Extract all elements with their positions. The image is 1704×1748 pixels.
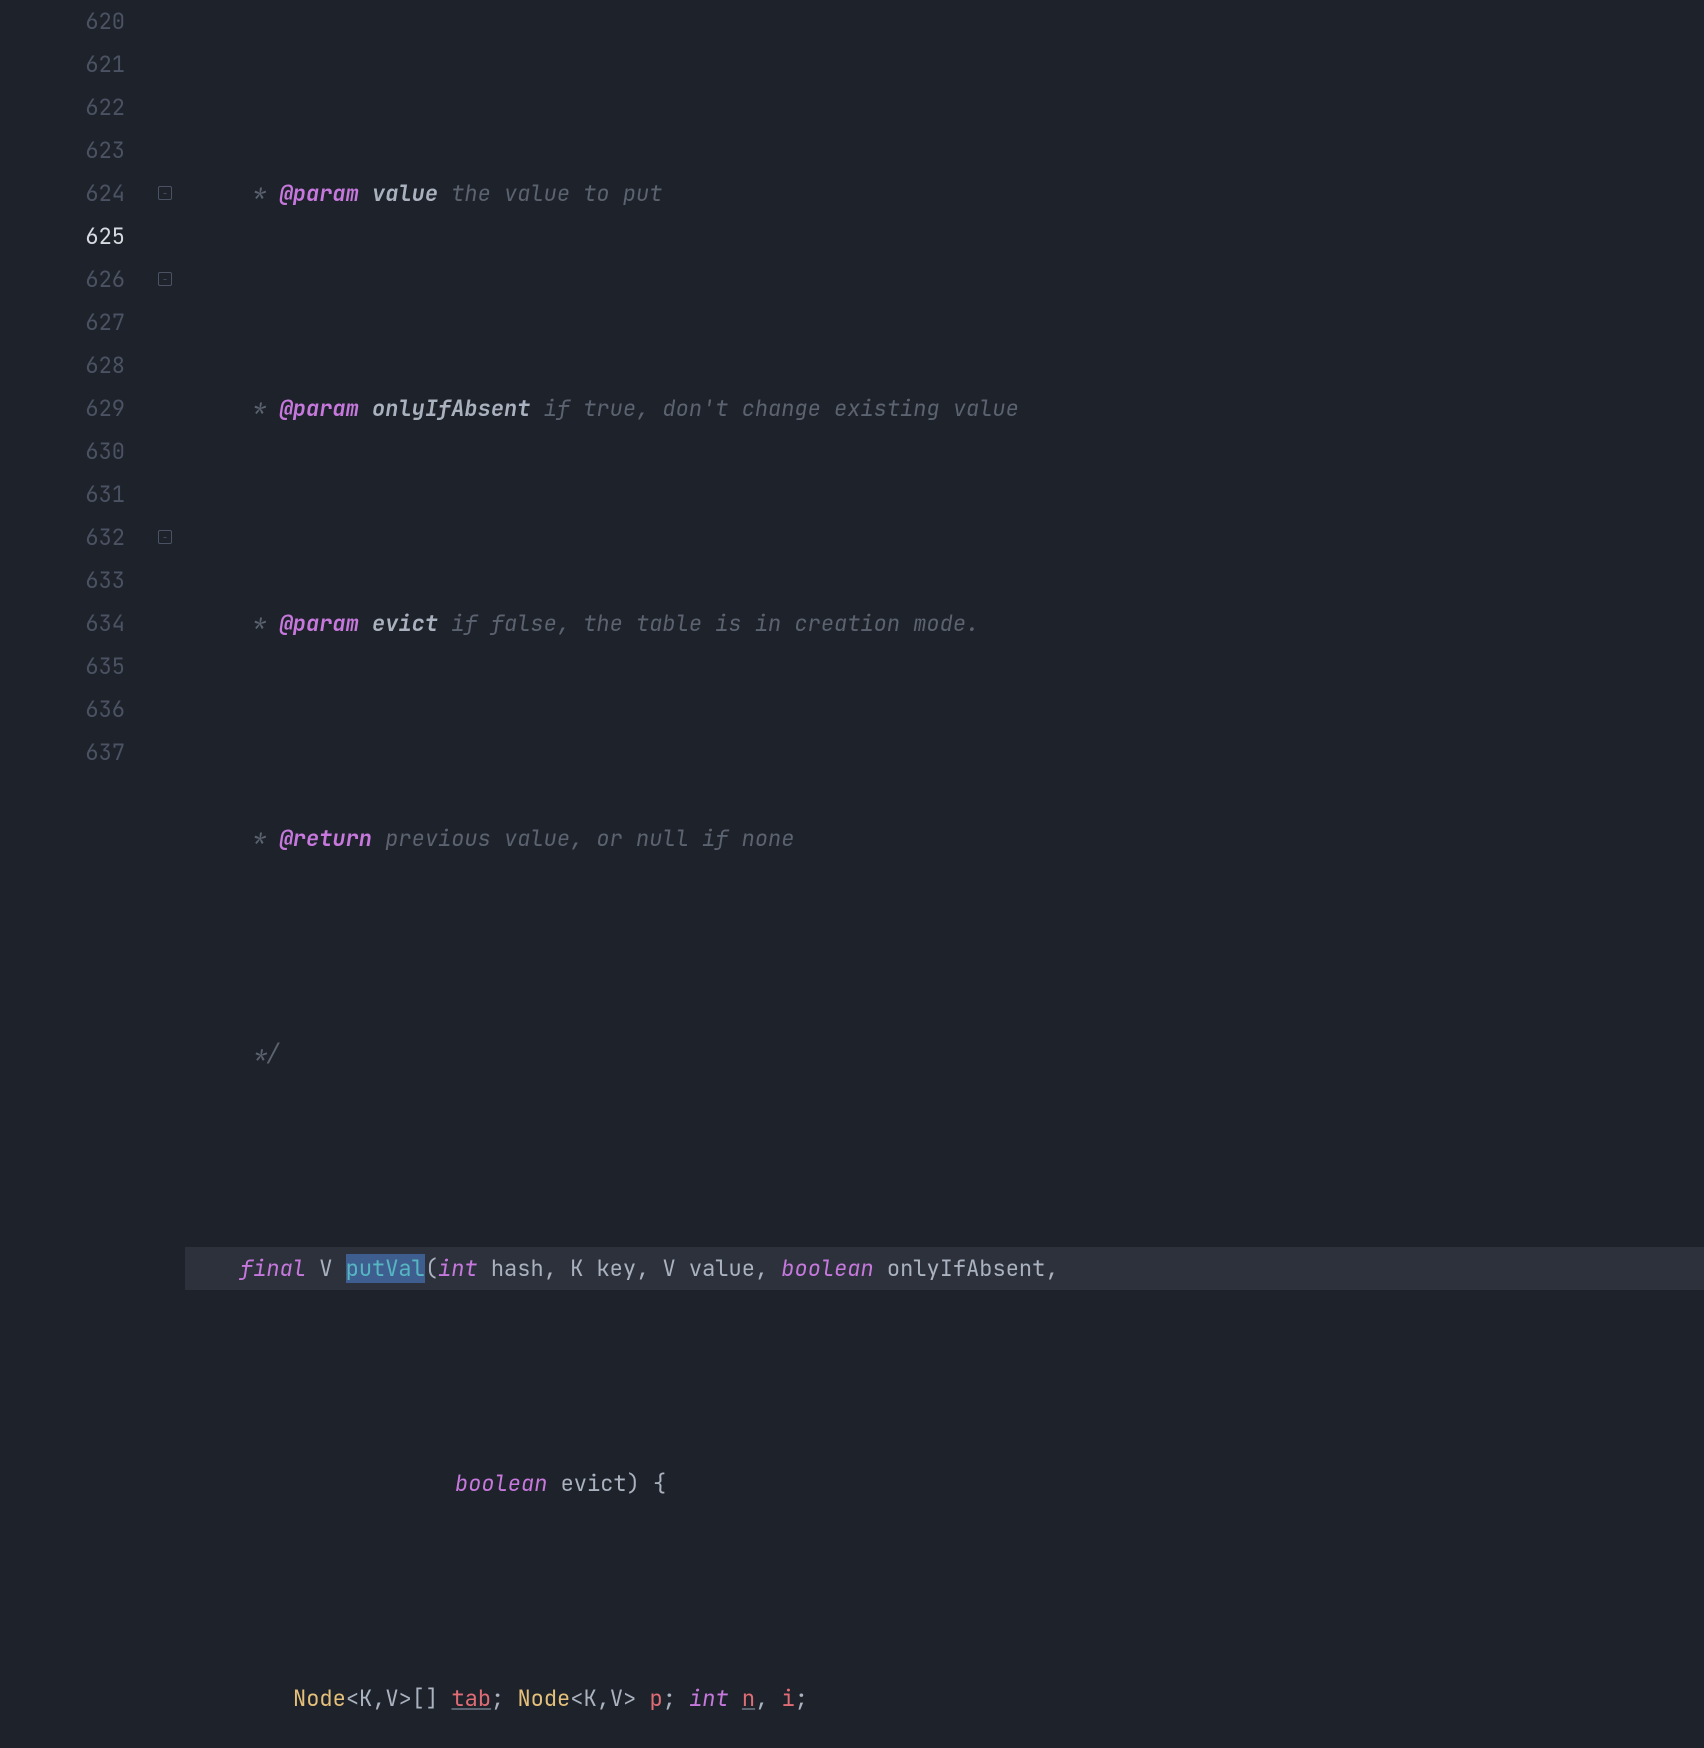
line-number: 633 [0,559,125,602]
code-line[interactable]: * @param value the value to put [185,172,1704,215]
line-number: 623 [0,129,125,172]
var-tab: tab [451,1684,491,1713]
line-number-gutter: 620 621 622 623 624 625 626 627 628 629 … [0,0,155,874]
line-number: 624 [0,172,125,215]
keyword-boolean: boolean [781,1254,873,1283]
fold-column [155,0,185,874]
code-line[interactable]: * @param onlyIfAbsent if true, don't cha… [185,387,1704,430]
var-i: i [782,1684,795,1713]
javadoc-param-name: onlyIfAbsent [372,394,530,423]
line-number: 635 [0,645,125,688]
class-node: Node [293,1684,346,1713]
var-p: p [649,1684,662,1713]
line-number: 636 [0,688,125,731]
line-number: 630 [0,430,125,473]
code-editor[interactable]: 620 621 622 623 624 625 626 627 628 629 … [0,0,1704,874]
fold-toggle-icon[interactable] [158,530,172,544]
javadoc-tag-param: @param [280,179,359,208]
line-number: 631 [0,473,125,516]
code-line[interactable]: boolean evict) { [185,1462,1704,1505]
javadoc-param-name: value [372,179,438,208]
javadoc-tag-param: @param [280,609,359,638]
code-line[interactable]: */ [185,1032,1704,1075]
javadoc-tag-param: @param [280,394,359,423]
line-number: 629 [0,387,125,430]
line-number: 627 [0,301,125,344]
code-line-current[interactable]: final V putVal(int hash, K key, V value,… [185,1247,1704,1290]
javadoc-desc: if false, the table is in creation mode. [438,609,979,638]
javadoc-tag-return: @return [280,824,372,853]
line-number: 620 [0,0,125,43]
javadoc-star: * [240,179,280,208]
javadoc-desc: if true, don't change existing value [530,394,1018,423]
var-n: n [742,1684,755,1713]
keyword-final: final [240,1254,306,1283]
line-number: 628 [0,344,125,387]
code-line[interactable]: * @param evict if false, the table is in… [185,602,1704,645]
selected-method-name: putVal [346,1254,425,1283]
keyword-int: int [438,1254,478,1283]
code-line[interactable]: * @return previous value, or null if non… [185,817,1704,860]
code-area[interactable]: * @param value the value to put * @param… [185,0,1704,874]
javadoc-desc: previous value, or null if none [372,824,794,853]
line-number: 626 [0,258,125,301]
line-number-current: 625 [0,215,125,258]
javadoc-end: */ [240,1039,280,1068]
code-line[interactable]: Node<K,V>[] tab; Node<K,V> p; int n, i; [185,1677,1704,1720]
line-number: 634 [0,602,125,645]
fold-toggle-icon[interactable] [158,272,172,286]
line-number: 622 [0,86,125,129]
javadoc-desc: the value to put [438,179,662,208]
line-number: 632 [0,516,125,559]
fold-toggle-icon[interactable] [158,186,172,200]
javadoc-param-name: evict [372,609,438,638]
line-number: 621 [0,43,125,86]
line-number: 637 [0,731,125,774]
